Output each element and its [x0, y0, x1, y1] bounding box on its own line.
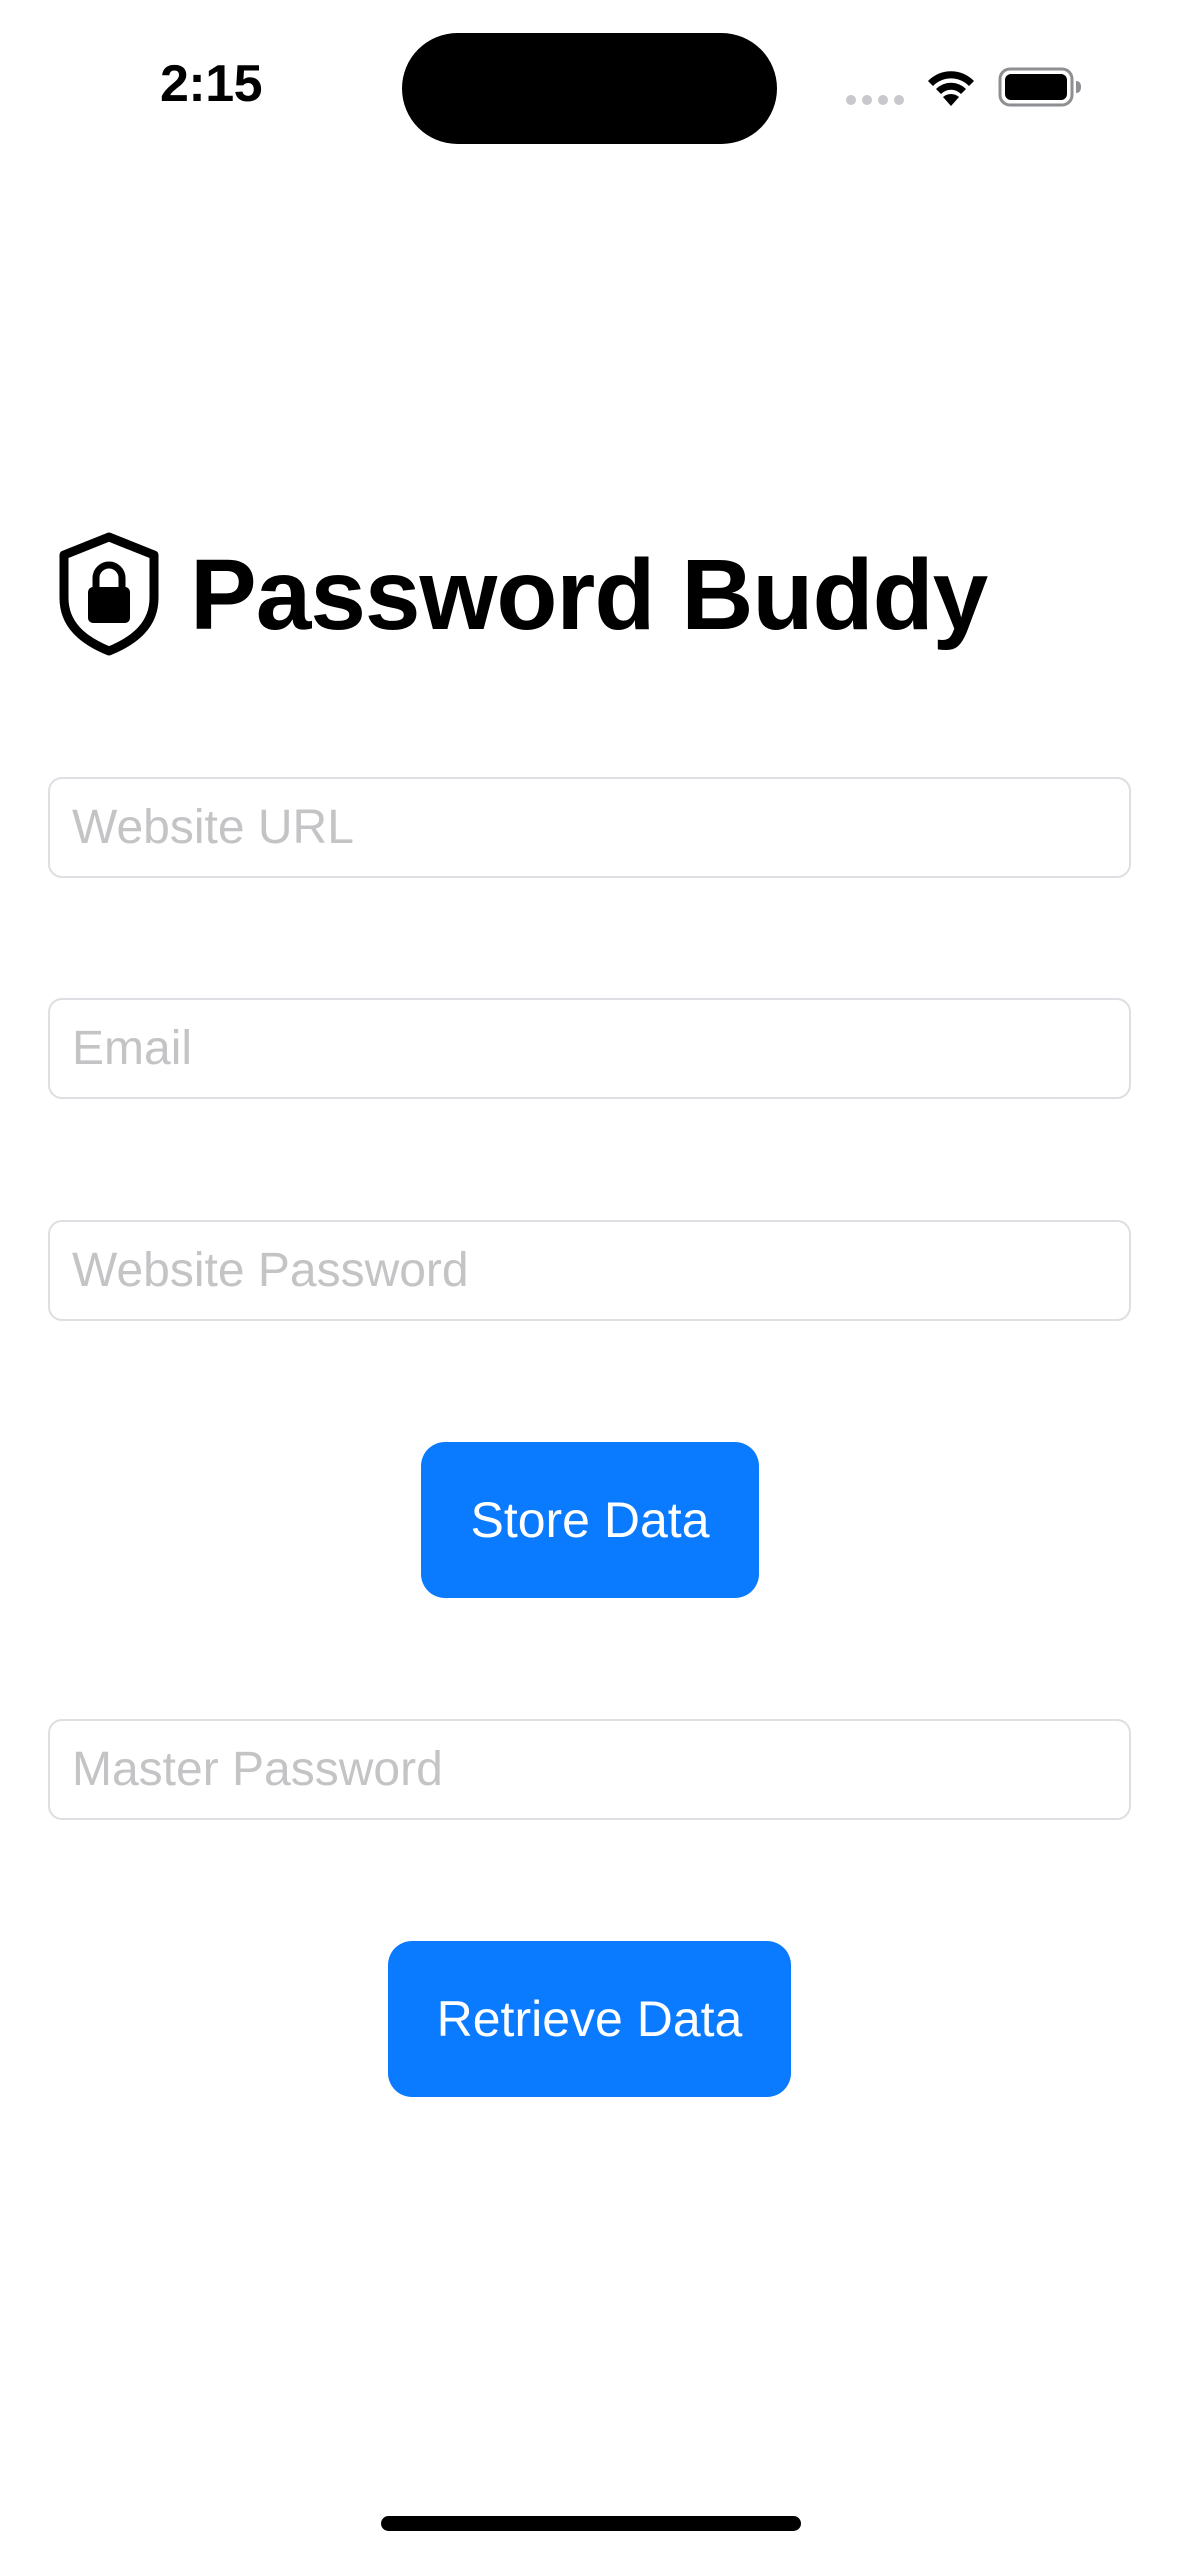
- retrieve-data-button[interactable]: Retrieve Data: [388, 1941, 791, 2097]
- cellular-signal-icon: [846, 95, 904, 105]
- master-password-input[interactable]: [48, 1719, 1131, 1820]
- battery-icon: [998, 67, 1081, 107]
- shield-lock-icon: [59, 532, 159, 656]
- dynamic-island: [402, 33, 777, 144]
- app-title: Password Buddy: [190, 539, 988, 651]
- website-password-input[interactable]: [48, 1220, 1131, 1321]
- store-data-button[interactable]: Store Data: [421, 1442, 759, 1598]
- status-bar-time: 2:15: [160, 55, 263, 113]
- website-url-input[interactable]: [48, 777, 1131, 878]
- email-input[interactable]: [48, 998, 1131, 1099]
- wifi-icon: [928, 71, 974, 106]
- home-indicator[interactable]: [381, 2516, 801, 2531]
